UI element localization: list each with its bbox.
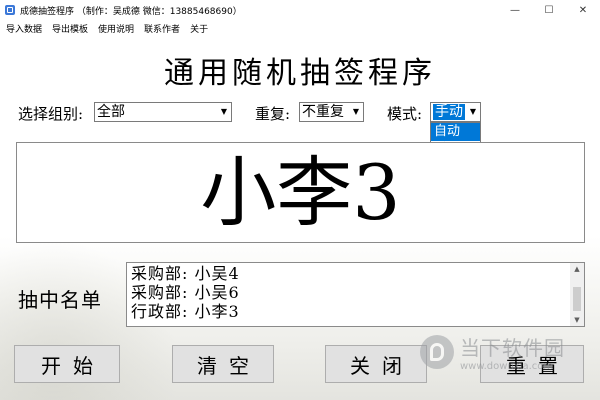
window-title: 成德抽签程序 （制作：吴成德 微信：13885468690） — [20, 6, 242, 17]
list-item: 采购部: 小吴6 — [131, 283, 240, 302]
window-controls: — ☐ ✕ — [498, 0, 600, 20]
minimize-button[interactable]: — — [498, 0, 532, 20]
repeat-label: 重复: — [255, 105, 291, 123]
chevron-down-icon: ▼ — [352, 107, 360, 116]
mode-label: 模式: — [387, 105, 423, 123]
menu-about[interactable]: 关于 — [185, 22, 213, 35]
menu-export-template[interactable]: 导出模板 — [47, 22, 93, 35]
start-button[interactable]: 开始 — [14, 345, 120, 383]
reset-button[interactable]: 重置 — [480, 345, 584, 383]
scroll-thumb[interactable] — [573, 287, 581, 311]
chevron-down-icon: ▼ — [469, 107, 477, 116]
drawn-list-label: 抽中名单 — [18, 288, 102, 312]
group-label: 选择组别: — [18, 105, 84, 123]
main-panel: 通用随机抽签程序 选择组别: 全部 ▼ 重复: 不重复 ▼ 模式: 手动 ▼ 自… — [0, 36, 600, 400]
clear-button[interactable]: 清空 — [172, 345, 274, 383]
scroll-down-icon[interactable]: ▼ — [570, 314, 584, 326]
list-scrollbar[interactable]: ▲ ▼ — [570, 263, 584, 326]
close-window-button[interactable]: ✕ — [566, 0, 600, 20]
repeat-select[interactable]: 不重复 ▼ — [299, 102, 364, 122]
menu-instructions[interactable]: 使用说明 — [93, 22, 139, 35]
menu-import-data[interactable]: 导入数据 — [0, 22, 47, 35]
list-item: 采购部: 小吴4 — [131, 264, 240, 283]
title-bar: 成德抽签程序 （制作：吴成德 微信：13885468690） — ☐ ✕ — [0, 0, 600, 20]
mode-option-auto[interactable]: 自动 — [431, 123, 480, 141]
menu-bar: 导入数据 导出模板 使用说明 联系作者 关于 — [0, 20, 600, 36]
mode-select-value: 手动 — [433, 104, 465, 120]
repeat-select-value: 不重复 — [302, 104, 344, 120]
drawn-result: 小李3 — [200, 147, 401, 237]
page-title: 通用随机抽签程序 — [164, 56, 436, 91]
group-select-value: 全部 — [97, 104, 125, 120]
list-item: 行政部: 小李3 — [131, 302, 240, 321]
app-icon — [5, 5, 15, 15]
scroll-up-icon[interactable]: ▲ — [570, 263, 584, 275]
result-display: 小李3 — [16, 142, 585, 243]
chevron-down-icon: ▼ — [220, 107, 228, 116]
group-select[interactable]: 全部 ▼ — [94, 102, 232, 122]
drawn-names-list[interactable]: 采购部: 小吴4 采购部: 小吴6 行政部: 小李3 ▲ ▼ — [126, 262, 585, 327]
menu-contact-author[interactable]: 联系作者 — [139, 22, 185, 35]
mode-select[interactable]: 手动 ▼ — [430, 102, 481, 122]
close-button[interactable]: 关闭 — [325, 345, 427, 383]
maximize-button[interactable]: ☐ — [532, 0, 566, 20]
